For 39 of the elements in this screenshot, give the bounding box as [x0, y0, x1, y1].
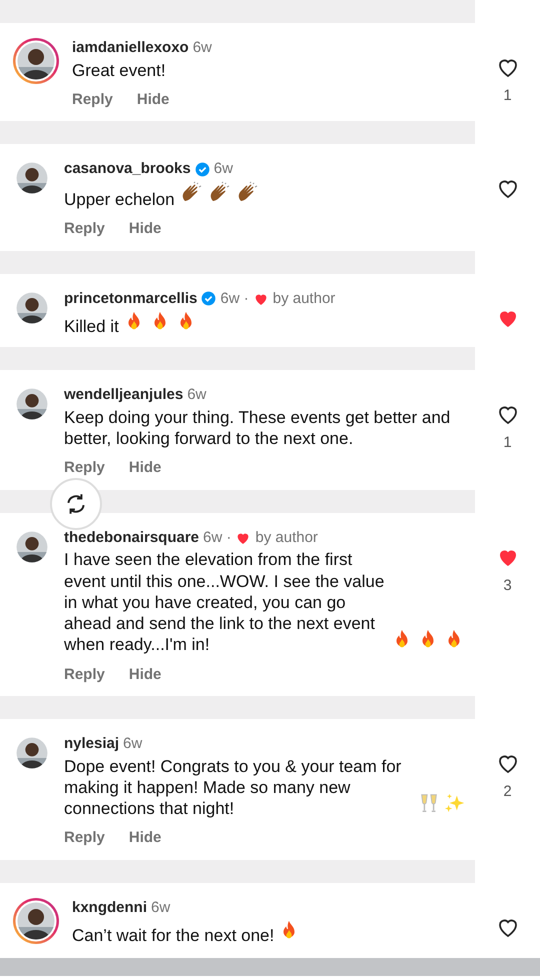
- reply-button[interactable]: Reply: [64, 457, 105, 480]
- comment-text: Great event!: [72, 60, 166, 80]
- hide-button[interactable]: Hide: [128, 218, 162, 240]
- comment-text: Keep doing your thing. These events get better and better, looking forward to the next one.: [64, 408, 450, 448]
- comment-time: 6w: [187, 385, 206, 406]
- reply-button[interactable]: Reply: [72, 88, 113, 112]
- reply-button[interactable]: Reply: [64, 664, 105, 686]
- comment-text: Dope event! Congrats to you & your team for making it happen! Made so many new connections that night!: [64, 756, 402, 820]
- like-count: 1: [503, 433, 512, 454]
- like-count: 2: [503, 782, 512, 802]
- reply-button[interactable]: Reply: [64, 827, 105, 850]
- like-count: 3: [503, 576, 512, 596]
- username: nylesiaj: [64, 734, 120, 754]
- hide-button[interactable]: Hide: [128, 457, 162, 480]
- comment-text: I have seen the elevation from the first event until this one...WOW. I see the value in what you have created, you can go ahead and send the link to the next event when ready...I'm in!: [64, 549, 386, 656]
- comment-text: Upper echelon: [64, 188, 175, 210]
- author-like-label: by author: [272, 288, 336, 308]
- reply-button[interactable]: Reply: [64, 218, 105, 240]
- username: iamdaniellexoxo: [72, 38, 189, 58]
- author-like-label: by author: [255, 528, 318, 548]
- comment-time: 6w: [192, 38, 212, 58]
- comment-text: Killed it: [64, 316, 119, 338]
- username: thedebonairsquare: [64, 528, 200, 548]
- username: kxngdenni: [72, 898, 148, 918]
- sparkles-icon: [444, 792, 466, 814]
- comment-text: Can’t wait for the next one!: [72, 925, 274, 946]
- hide-button[interactable]: Hide: [136, 88, 170, 112]
- comment-time: 6w: [151, 898, 170, 918]
- hide-button[interactable]: Hide: [128, 827, 162, 850]
- hide-button[interactable]: Hide: [128, 664, 162, 686]
- username: wendelljeanjules: [64, 385, 184, 406]
- comment-time: 6w ·: [220, 288, 249, 308]
- comment-time: 6w: [214, 159, 233, 180]
- username: casanova_brooks: [64, 159, 191, 180]
- glasses-icon: [418, 792, 440, 814]
- comment-time: 6w ·: [203, 528, 232, 548]
- comment-time: 6w: [123, 734, 142, 754]
- like-count: 1: [503, 86, 512, 106]
- username: princetonmarcellis: [64, 288, 198, 308]
